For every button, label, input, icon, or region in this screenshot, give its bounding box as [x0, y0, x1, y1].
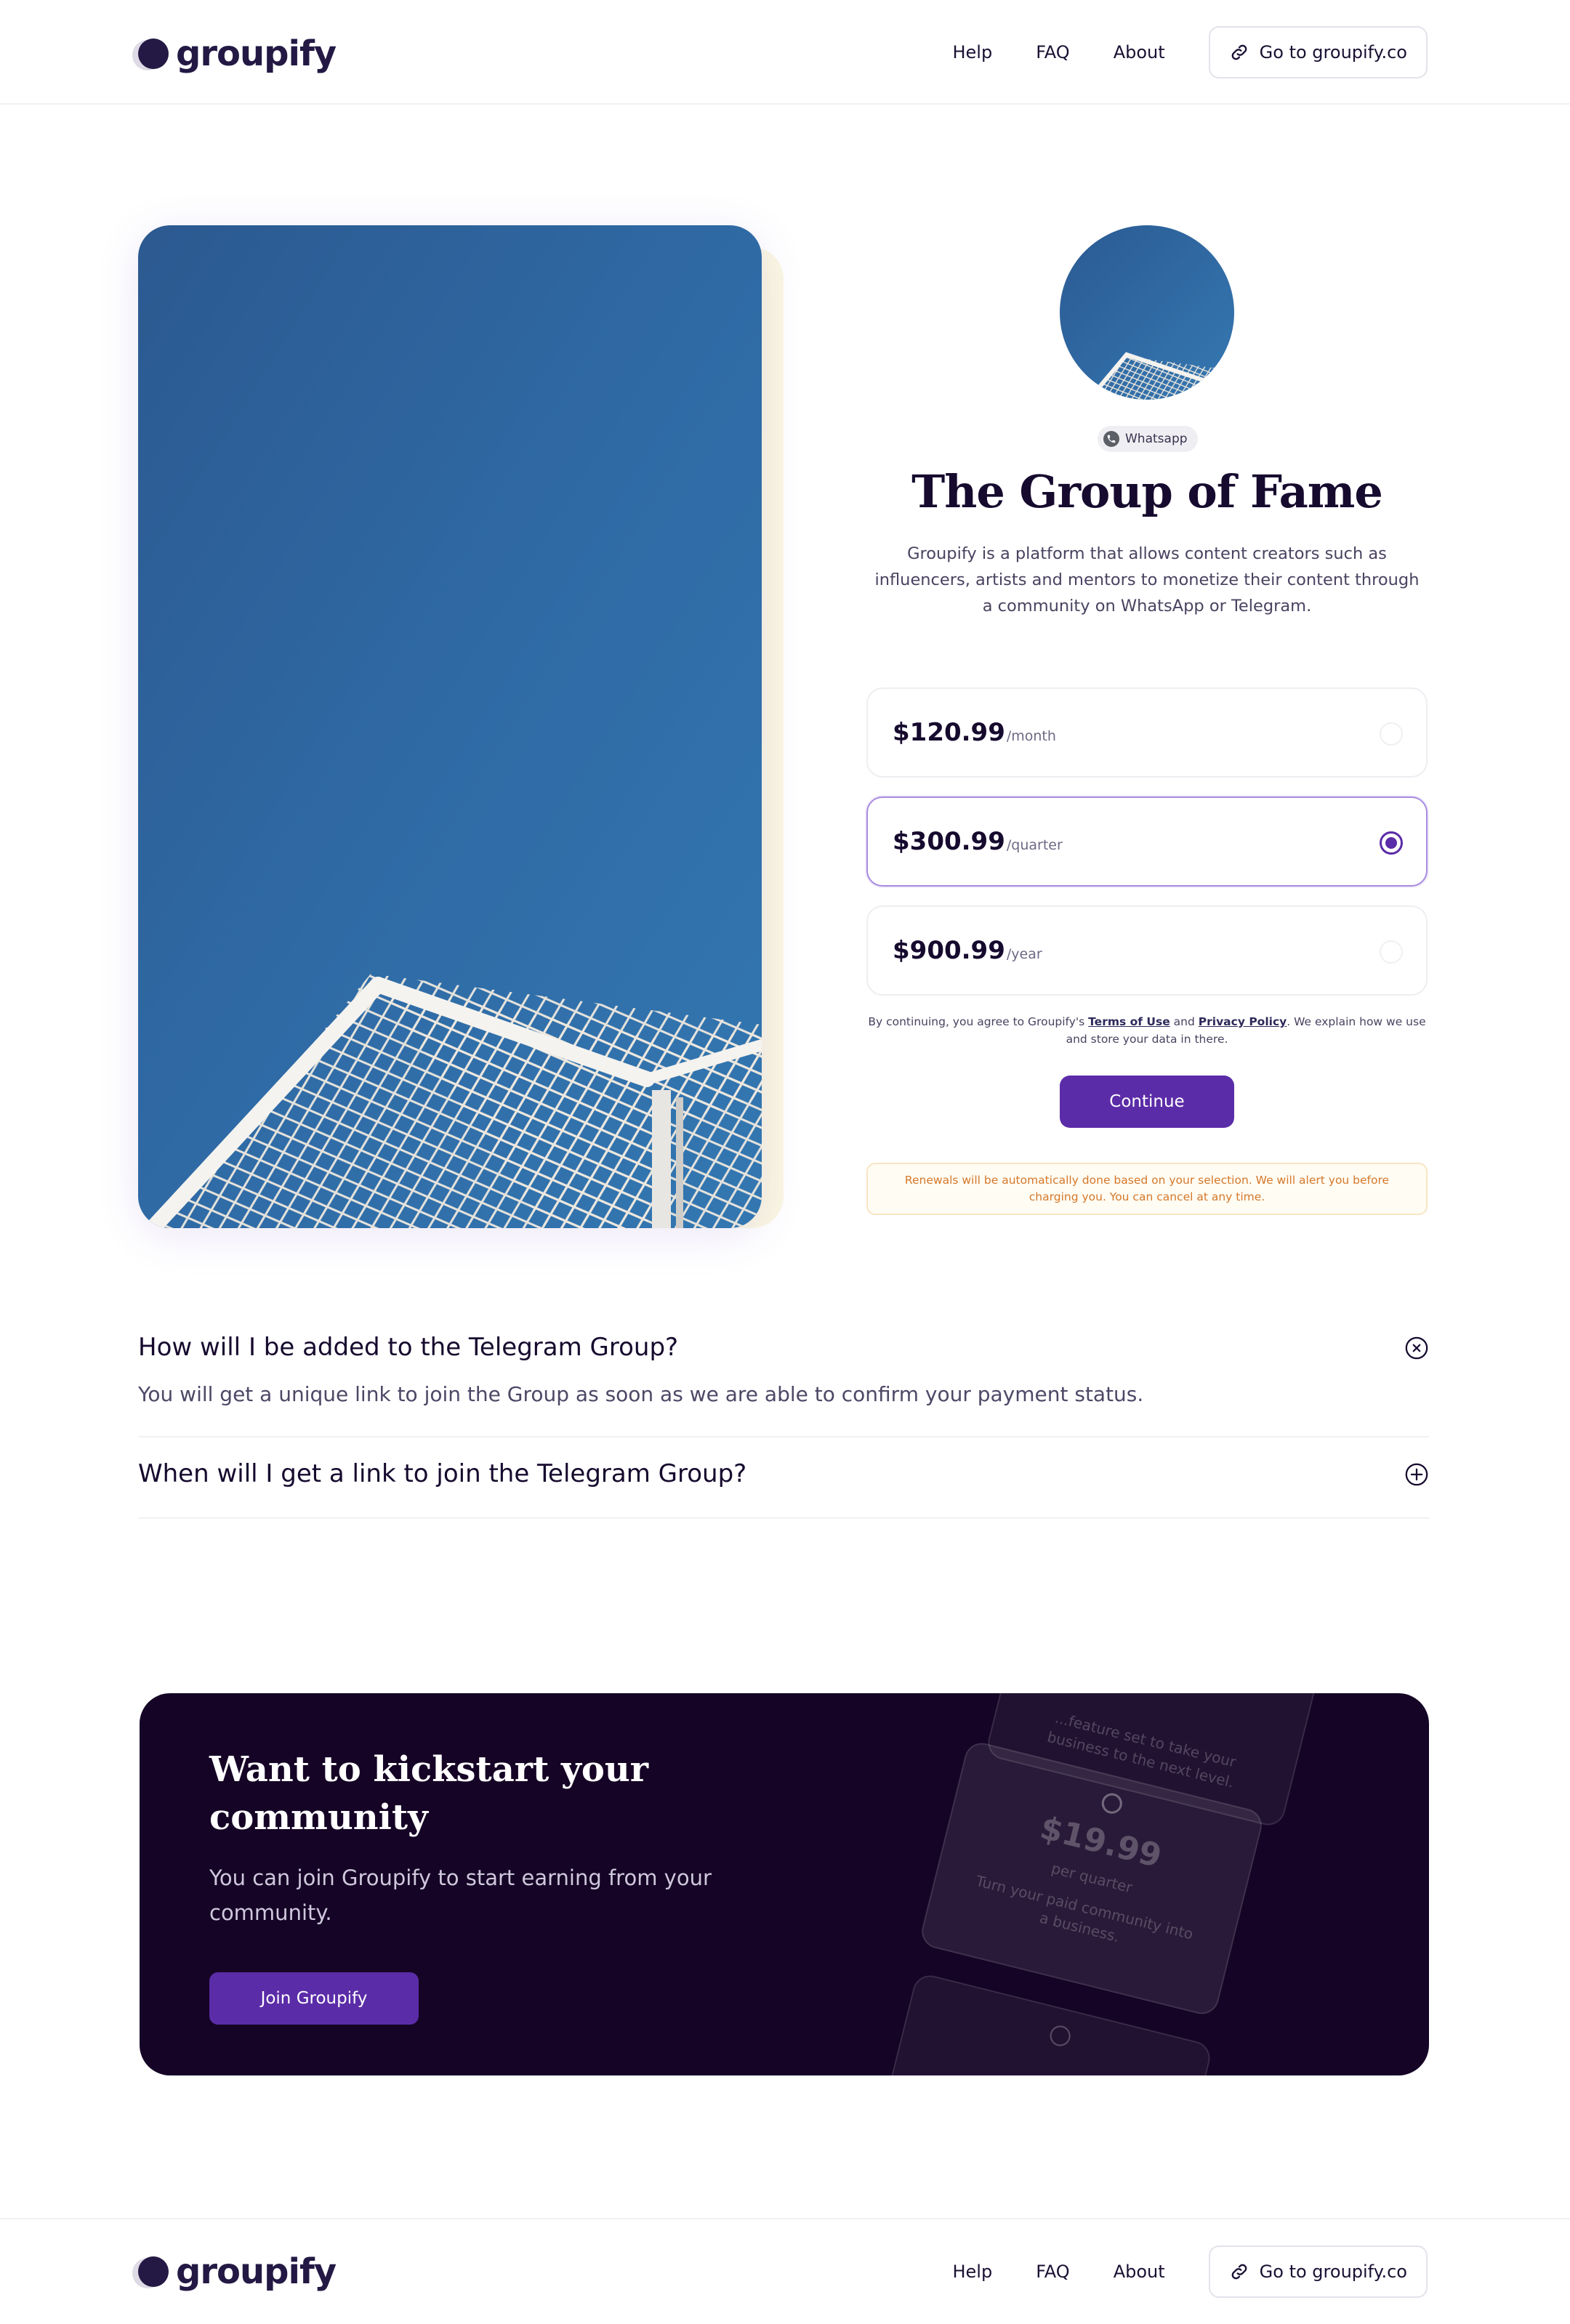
faq-answer: You will get a unique link to join the G… [138, 1382, 1144, 1406]
plus-circle-icon[interactable] [1404, 1462, 1429, 1487]
nav-link-help[interactable]: Help [952, 2262, 992, 2282]
group-avatar [1060, 225, 1234, 400]
platform-badge: Whatsapp [1098, 426, 1198, 452]
go-to-site-button[interactable]: Go to groupify.co [1208, 26, 1428, 78]
plan-radio[interactable] [1380, 831, 1403, 855]
logo-mark-icon [132, 37, 172, 70]
cta-title: Want to kickstart your community [209, 1749, 649, 1838]
plan-price: $300.99 [893, 827, 1005, 856]
go-to-site-label: Go to groupify.co [1259, 42, 1407, 62]
group-description: Groupify is a platform that allows conte… [874, 544, 1420, 616]
hero-image [138, 225, 762, 1228]
radio-icon [1047, 2023, 1073, 2049]
link-icon [1231, 44, 1247, 60]
kickstart-cta-banner: ...feature set to take your business to … [140, 1693, 1429, 2075]
terms-notice: By continuing, you agree to Groupify's T… [866, 1013, 1428, 1048]
footer-nav: Help FAQ About Go to groupify.co [952, 2246, 1428, 2298]
main-nav: Help FAQ About Go to groupify.co [952, 26, 1428, 78]
platform-label: Whatsapp [1125, 432, 1188, 446]
faq-question[interactable]: When will I get a link to join the Teleg… [138, 1459, 746, 1488]
plan-option-yearly[interactable]: $900.99 /year [866, 905, 1428, 996]
plan-price: $120.99 [893, 718, 1005, 747]
site-footer: groupify Help FAQ About Go to groupify.c… [0, 2218, 1570, 2324]
plan-price: $900.99 [893, 936, 1005, 965]
nav-link-help[interactable]: Help [952, 42, 992, 62]
brand-logo[interactable]: groupify [132, 32, 337, 76]
close-circle-icon[interactable] [1404, 1336, 1429, 1360]
cta-description: You can join Groupify to start earning f… [209, 1865, 712, 1925]
plan-period: /year [1006, 946, 1042, 962]
radio-icon [1099, 1791, 1124, 1816]
plan-period: /quarter [1006, 837, 1063, 853]
hero-image-container [138, 225, 784, 1228]
faq-question[interactable]: How will I be added to the Telegram Grou… [138, 1333, 678, 1362]
privacy-policy-link[interactable]: Privacy Policy [1199, 1015, 1287, 1028]
brand-logo[interactable]: groupify [132, 2250, 337, 2293]
nav-link-faq[interactable]: FAQ [1036, 42, 1070, 62]
brand-name: groupify [176, 2251, 337, 2292]
link-icon [1231, 2264, 1247, 2280]
faq-divider [138, 1436, 1429, 1437]
whatsapp-icon [1103, 431, 1119, 447]
terms-of-use-link[interactable]: Terms of Use [1088, 1015, 1170, 1028]
logo-mark-icon [132, 2255, 172, 2288]
renewal-notice: Renewals will be automatically done base… [866, 1163, 1428, 1215]
faq-divider [138, 1517, 1429, 1519]
join-groupify-button[interactable]: Join Groupify [209, 1972, 419, 2025]
nav-link-about[interactable]: About [1114, 42, 1165, 62]
plan-radio[interactable] [1380, 940, 1403, 964]
go-to-site-button[interactable]: Go to groupify.co [1208, 2246, 1428, 2298]
nav-link-about[interactable]: About [1114, 2262, 1165, 2282]
plan-period: /month [1006, 728, 1056, 744]
continue-button[interactable]: Continue [1060, 1076, 1234, 1128]
terms-text: By continuing, you agree to Groupify's [868, 1015, 1089, 1028]
plan-option-monthly[interactable]: $120.99 /month [866, 687, 1428, 778]
site-header: groupify Help FAQ About Go to groupify.c… [0, 0, 1570, 105]
terms-text: and [1170, 1015, 1199, 1028]
brand-name: groupify [176, 33, 337, 74]
nav-link-faq[interactable]: FAQ [1036, 2262, 1070, 2282]
plan-option-quarterly[interactable]: $300.99 /quarter [866, 796, 1428, 887]
go-to-site-label: Go to groupify.co [1259, 2262, 1407, 2282]
plan-radio[interactable] [1380, 722, 1403, 746]
group-title: The Group of Fame [911, 465, 1383, 518]
